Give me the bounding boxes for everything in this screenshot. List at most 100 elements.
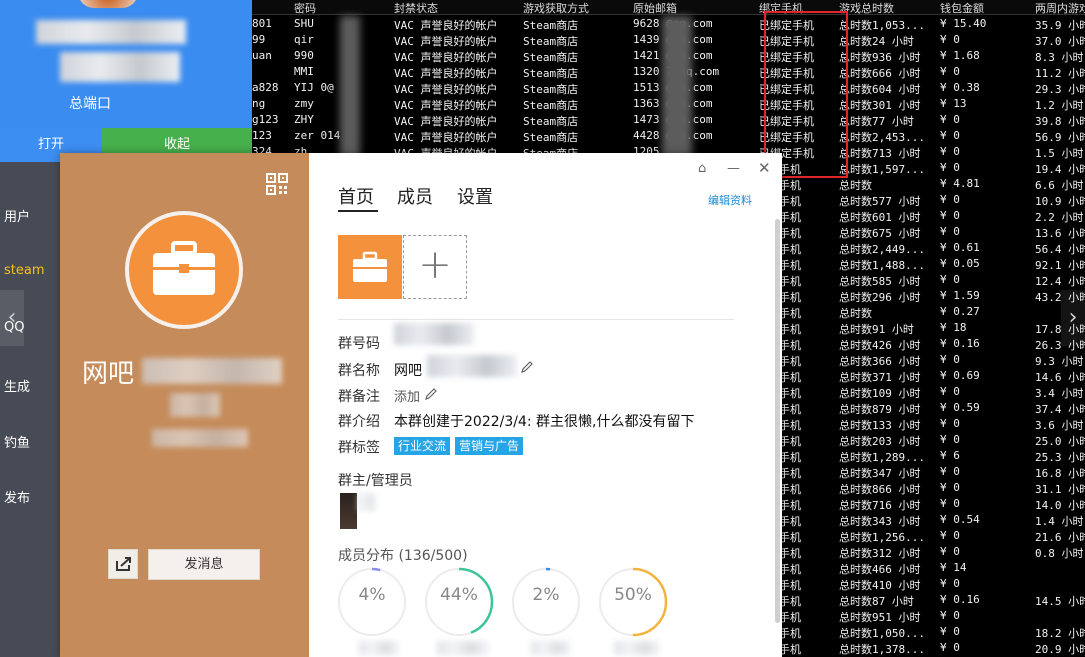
table-cell-two-weeks: 6.6 小时 xyxy=(1035,179,1084,192)
left-item-publish[interactable]: 发布 xyxy=(4,487,30,506)
table-cell-two-weeks: 31.1 小时 xyxy=(1035,483,1085,496)
table-cell-wallet: ¥ 14 xyxy=(940,561,967,574)
left-item-steam[interactable]: steam xyxy=(4,263,45,278)
table-cell-wallet: ¥ 0.05 xyxy=(940,257,980,270)
table-cell-wallet: ¥ 0.27 xyxy=(940,305,980,318)
table-cell-two-weeks: 25.3 小时 xyxy=(1035,451,1085,464)
blurred-text xyxy=(614,641,660,655)
table-cell-password: zmy xyxy=(294,97,314,110)
table-cell-two-weeks: 35.9 小时 xyxy=(1035,19,1085,32)
table-cell-ban: VAC 声誉良好的帐户 xyxy=(394,19,498,32)
left-item-phishing[interactable]: 钓鱼 xyxy=(4,432,30,451)
card-left-panel: 网吧 发消息 xyxy=(60,153,309,657)
table-cell-password: ZHY xyxy=(294,113,314,126)
table-cell-wallet: ¥ 0 xyxy=(940,161,960,174)
table-cell-two-weeks: 14.5 小时 xyxy=(1035,595,1085,608)
terminal-label: 总端口 xyxy=(69,96,111,112)
table-cell-two-weeks: 37.4 小时 xyxy=(1035,403,1085,416)
left-item-users[interactable]: 用户 xyxy=(4,206,30,225)
blur-patch xyxy=(340,16,360,166)
table-cell-source: Steam商店 xyxy=(523,83,579,96)
table-cell-total: 总时数366 小时 xyxy=(839,355,921,368)
table-cell-total: 总时数 xyxy=(839,307,872,320)
share-button[interactable] xyxy=(108,549,138,579)
header-two-weeks[interactable]: 两周内游戏时间 xyxy=(1035,0,1085,16)
blurred-text xyxy=(170,393,220,417)
table-cell-total: 总时数2,449... xyxy=(839,243,925,256)
table-cell-two-weeks: 18.2 小时 xyxy=(1035,627,1085,640)
header-ban-status[interactable]: 封禁状态 xyxy=(394,0,438,16)
table-cell-source: Steam商店 xyxy=(523,35,579,48)
table-cell-two-weeks: 56.9 小时 xyxy=(1035,131,1085,144)
profile-header: 总端口 xyxy=(0,0,252,128)
table-cell-total: 总时数601 小时 xyxy=(839,211,921,224)
blurred-text xyxy=(359,641,399,655)
table-cell-total: 总时数1,053... xyxy=(839,19,925,32)
table-cell-total: 总时数203 小时 xyxy=(839,435,921,448)
table-cell-total: 总时数951 小时 xyxy=(839,611,921,624)
table-cell-total: 总时数109 小时 xyxy=(839,387,921,400)
table-cell-total: 总时数675 小时 xyxy=(839,227,921,240)
table-cell-ban: VAC 声誉良好的帐户 xyxy=(394,51,498,64)
qr-code-icon[interactable] xyxy=(266,173,288,195)
table-cell-wallet: ¥ 0 xyxy=(940,273,960,286)
table-cell-total: 总时数1,378... xyxy=(839,643,925,656)
table-cell-two-weeks: 1.5 小时 xyxy=(1035,147,1084,160)
table-cell-two-weeks: 3.4 小时 xyxy=(1035,387,1084,400)
distribution-percent: 44% xyxy=(440,585,478,605)
table-cell-wallet: ¥ 0 xyxy=(940,577,960,590)
header-wallet[interactable]: 钱包金额 xyxy=(940,0,984,16)
share-icon xyxy=(116,557,131,571)
group-avatar[interactable] xyxy=(125,211,243,329)
table-cell-total: 总时数426 小时 xyxy=(839,339,921,352)
briefcase-icon xyxy=(153,241,215,295)
table-cell-source: Steam商店 xyxy=(523,99,579,112)
table-cell-source: Steam商店 xyxy=(523,131,579,144)
table-cell-wallet: ¥ 13 xyxy=(940,97,967,110)
table-cell-two-weeks: 39.8 小时 xyxy=(1035,115,1085,128)
table-cell-wallet: ¥ 0 xyxy=(940,353,960,366)
send-message-button[interactable]: 发消息 xyxy=(148,549,260,580)
table-cell-two-weeks: 8.3 小时 xyxy=(1035,51,1084,64)
table-cell-total: 总时数296 小时 xyxy=(839,291,921,304)
table-cell-total: 总时数87 小时 xyxy=(839,595,914,608)
header-password[interactable]: 密码 xyxy=(294,0,316,16)
table-cell-wallet: ¥ 0 xyxy=(940,129,960,142)
table-cell-wallet: ¥ 15.40 xyxy=(940,17,987,30)
table-cell-two-weeks: 1.2 小时 xyxy=(1035,99,1084,112)
table-cell-source: Steam商店 xyxy=(523,67,579,80)
distribution-percent: 4% xyxy=(358,585,386,605)
table-cell-password: zer 014 xyxy=(294,129,341,142)
table-cell-total: 总时数666 小时 xyxy=(839,67,921,80)
avatar[interactable] xyxy=(78,0,138,8)
chevron-left-icon[interactable]: ‹ xyxy=(0,290,24,346)
table-cell-account: 99 xyxy=(252,33,266,46)
table-cell-password: qir xyxy=(294,33,314,46)
table-cell-two-weeks: 16.8 小时 xyxy=(1035,467,1085,480)
blur-patch xyxy=(662,16,692,166)
table-cell-total: 总时数343 小时 xyxy=(839,515,921,528)
table-cell-wallet: ¥ 0 xyxy=(940,113,960,126)
member-distribution-rings xyxy=(337,567,668,637)
blurred-group-name xyxy=(142,358,282,384)
table-cell-wallet: ¥ 0.59 xyxy=(940,401,980,414)
table-cell-wallet: ¥ 1.59 xyxy=(940,289,980,302)
table-cell-wallet: ¥ 0 xyxy=(940,433,960,446)
left-item-generate[interactable]: 生成 xyxy=(4,376,30,395)
header-email[interactable]: 原始邮箱 xyxy=(633,0,677,16)
table-cell-two-weeks: 20.9 小时 xyxy=(1035,643,1085,656)
chevron-right-icon[interactable]: › xyxy=(1061,290,1085,346)
table-cell-total: 总时数133 小时 xyxy=(839,419,921,432)
table-cell-two-weeks: 2.2 小时 xyxy=(1035,211,1084,224)
table-cell-two-weeks: 37.0 小时 xyxy=(1035,35,1085,48)
table-cell-total: 总时数866 小时 xyxy=(839,483,921,496)
table-cell-total: 总时数410 小时 xyxy=(839,579,921,592)
table-cell-wallet: ¥ 0 xyxy=(940,145,960,158)
header-source[interactable]: 游戏获取方式 xyxy=(523,0,589,16)
table-cell-total: 总时数312 小时 xyxy=(839,547,921,560)
table-cell-password: SHU xyxy=(294,17,314,30)
table-cell-two-weeks: 14.0 小时 xyxy=(1035,499,1085,512)
table-cell-total: 总时数77 小时 xyxy=(839,115,914,128)
table-cell-password: MMI xyxy=(294,65,314,78)
table-cell-wallet: ¥ 0 xyxy=(940,33,960,46)
